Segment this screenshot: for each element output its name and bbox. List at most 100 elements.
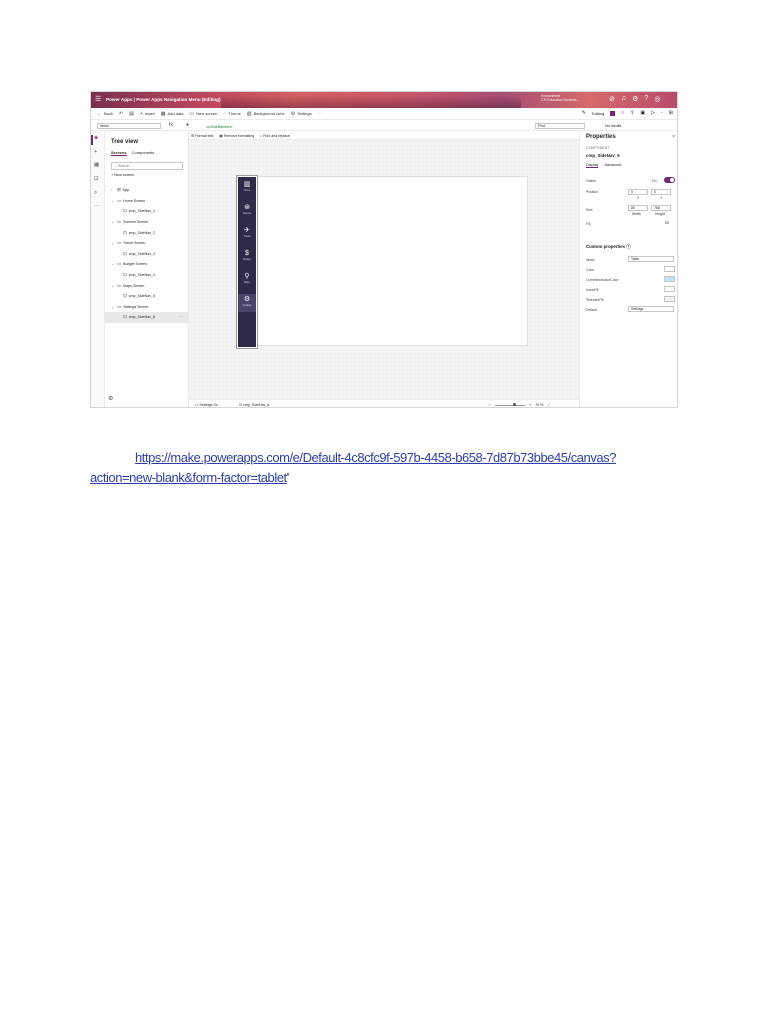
tab-display[interactable]: Display bbox=[586, 163, 599, 168]
tab-screens[interactable]: Screens bbox=[111, 150, 127, 156]
gear-icon[interactable]: ⚙ bbox=[108, 395, 113, 402]
visible-toggle[interactable] bbox=[664, 177, 675, 183]
chevron-down-icon[interactable]: ⌄ bbox=[111, 241, 115, 245]
play-icon[interactable]: ▷ bbox=[651, 110, 655, 116]
zoom-out-icon[interactable]: − bbox=[489, 403, 491, 407]
chevron-down-icon[interactable]: ⌄ bbox=[111, 199, 115, 203]
theme-button[interactable]: ◌ Theme bbox=[223, 111, 240, 117]
new-screen-button[interactable]: ▭ New screen bbox=[190, 111, 218, 117]
media-icon[interactable]: ⊡ bbox=[94, 176, 99, 182]
tab-components[interactable]: Components bbox=[132, 150, 155, 156]
tree-item-component[interactable]: ⊡ cmp_SideNav_1 bbox=[105, 206, 189, 217]
back-button[interactable]: ← Back bbox=[97, 111, 113, 117]
save-icon[interactable]: ▫ bbox=[661, 110, 663, 116]
paste-button[interactable]: ▤ bbox=[129, 111, 134, 117]
editing-status[interactable]: Editing bbox=[592, 111, 604, 116]
height-input[interactable]: 768 bbox=[651, 205, 671, 211]
zoom-in-icon[interactable]: + bbox=[529, 403, 531, 407]
more-icon[interactable]: ··· bbox=[94, 203, 100, 209]
more-commands-button[interactable]: ··· bbox=[318, 111, 322, 116]
tree-item-component[interactable]: ⊡ cmp_SideNav_6 ··· bbox=[105, 312, 189, 323]
close-icon[interactable]: × bbox=[672, 134, 675, 140]
side-nav-item-settings[interactable]: ⚙ Settings bbox=[238, 294, 256, 312]
icons-fill-swatch[interactable] bbox=[664, 286, 675, 292]
side-nav-component[interactable]: ▥ Home ⊛ Science ✈ Travel $ Budget ⚲ Maps ⚙ Setting… bbox=[236, 175, 258, 349]
chevron-down-icon[interactable]: ⌄ bbox=[111, 220, 115, 224]
color-picker-icon[interactable]: ● bbox=[186, 122, 189, 128]
tree-item-screen[interactable]: ⌄ ▭ Maps Screen bbox=[105, 280, 189, 291]
data-icon[interactable]: ▦ bbox=[94, 162, 99, 168]
url-link-line-1[interactable]: https://make.powerapps.com/e/Default-4c8… bbox=[90, 448, 670, 468]
tree-view-icon[interactable]: ◈ bbox=[94, 135, 98, 141]
tree-item-screen[interactable]: ⌄ ▭ Settings Screen bbox=[105, 302, 189, 313]
avatar[interactable]: ◎ bbox=[654, 95, 660, 103]
default-input[interactable]: Settings bbox=[628, 306, 674, 312]
find-input[interactable]: Find bbox=[535, 123, 585, 129]
tree-item-screen[interactable]: › ⊞ App bbox=[105, 185, 189, 196]
chevron-down-icon[interactable]: ⌄ bbox=[111, 284, 115, 288]
insert-icon[interactable]: + bbox=[94, 149, 97, 155]
chevron-right-icon[interactable]: › bbox=[111, 188, 115, 192]
breadcrumb-component[interactable]: ⊡ cmp_SideNav_6 bbox=[239, 403, 269, 407]
app-launcher-icon[interactable]: ☰ bbox=[95, 96, 101, 103]
search-icon[interactable]: ⌕ bbox=[94, 190, 97, 197]
tree-item-screen[interactable]: ⌄ ▭ Science Screen bbox=[105, 217, 189, 228]
tab-advanced[interactable]: Advanced bbox=[604, 163, 621, 168]
side-nav-item-home[interactable]: ▥ Home bbox=[238, 179, 256, 197]
publish-icon[interactable]: ⊞ bbox=[669, 110, 673, 116]
copilot-icon[interactable]: ⊘ bbox=[609, 95, 615, 103]
app-checker-icon[interactable]: ▣ bbox=[640, 110, 645, 116]
new-screen-link[interactable]: + New screen bbox=[111, 173, 134, 177]
selected-fill-swatch[interactable] bbox=[664, 296, 675, 302]
side-nav-item-travel[interactable]: ✈ Travel bbox=[238, 225, 256, 243]
tree-search-input[interactable]: ⌕ Search bbox=[111, 162, 183, 170]
bell-icon[interactable]: ♫ bbox=[621, 95, 626, 103]
clipboard-icon: ▤ bbox=[129, 110, 134, 117]
app-screen[interactable]: ▥ Home ⊛ Science ✈ Travel $ Budget ⚲ Maps ⚙ Setting… bbox=[236, 175, 528, 349]
format-bar: ☰ Format text ▦ Remove formatting ⌕ Find… bbox=[189, 132, 579, 140]
color-swatch[interactable] bbox=[664, 266, 675, 272]
environment-picker[interactable]: Environment CTI Education Services... bbox=[541, 94, 579, 102]
items-dropdown[interactable]: Table bbox=[628, 256, 674, 262]
side-nav-item-science[interactable]: ⊛ Science bbox=[238, 202, 256, 220]
tree-item-component[interactable]: ⊡ cmp_SideNav_4 bbox=[105, 270, 189, 281]
tree-item-component[interactable]: ⊡ cmp_SideNav_2 bbox=[105, 227, 189, 238]
breadcrumb-screen[interactable]: ▭ Settings Sc... bbox=[195, 403, 221, 407]
gear-icon[interactable]: ⚙ bbox=[632, 95, 638, 103]
position-x-input[interactable]: 0 bbox=[628, 189, 648, 195]
title-bar-banner bbox=[221, 95, 521, 108]
format-text-button[interactable]: ☰ Format text bbox=[191, 134, 213, 138]
add-data-button[interactable]: ▦ Add data bbox=[161, 111, 184, 117]
insert-button[interactable]: + Insert bbox=[140, 111, 155, 117]
share-icon[interactable]: ⇪ bbox=[630, 110, 634, 116]
side-nav-item-maps[interactable]: ⚲ Maps bbox=[238, 271, 256, 289]
settings-button[interactable]: ⚙ Settings bbox=[291, 111, 312, 117]
zoom-slider[interactable] bbox=[495, 403, 526, 406]
position-y-input[interactable]: 0 bbox=[651, 189, 671, 195]
tree-item-component[interactable]: ⊡ cmp_SideNav_3 bbox=[105, 249, 189, 260]
fit-to-window-icon[interactable]: ⤢ bbox=[547, 403, 550, 407]
url-link-line-2[interactable]: action=new-blank&form-factor=tablet bbox=[90, 470, 287, 485]
remove-formatting-button[interactable]: ▦ Remove formatting bbox=[219, 134, 254, 138]
chevron-down-icon[interactable]: ⌄ bbox=[111, 262, 115, 266]
tree-item-label: cmp_SideNav_6 bbox=[128, 315, 156, 320]
background-color-button[interactable]: ▧ Background color bbox=[247, 111, 285, 117]
chevron-down-icon[interactable]: ⌄ bbox=[111, 305, 115, 309]
tree-item-screen[interactable]: ⌄ ▭ Travel Screen bbox=[105, 238, 189, 249]
fill-bucket-icon[interactable]: ⛀ bbox=[665, 220, 669, 226]
find-replace-button[interactable]: ⌕ Find and replace bbox=[260, 134, 290, 138]
tree-item-component[interactable]: ⊡ cmp_SideNav_5 bbox=[105, 291, 189, 302]
tree-item-screen[interactable]: ⌄ ▭ Budget Screen bbox=[105, 259, 189, 270]
width-input[interactable]: 80 bbox=[628, 205, 648, 211]
undo-button[interactable]: ↶ bbox=[119, 111, 123, 117]
current-indicator-swatch[interactable] bbox=[664, 276, 675, 282]
zoom-slider-thumb[interactable] bbox=[513, 403, 517, 406]
property-dropdown[interactable]: Items bbox=[97, 123, 161, 129]
formula-input[interactable]: colSideBarMenu bbox=[206, 125, 232, 129]
tree-item-screen[interactable]: ⌄ ▭ Home Screen bbox=[105, 196, 189, 207]
side-nav-item-budget[interactable]: $ Budget bbox=[238, 248, 256, 266]
copilot-icon[interactable]: ○ bbox=[621, 110, 624, 116]
help-icon[interactable]: ? bbox=[644, 95, 648, 103]
tree-item-label: Home Screen bbox=[123, 198, 146, 203]
more-options-icon[interactable]: ··· bbox=[179, 315, 183, 319]
